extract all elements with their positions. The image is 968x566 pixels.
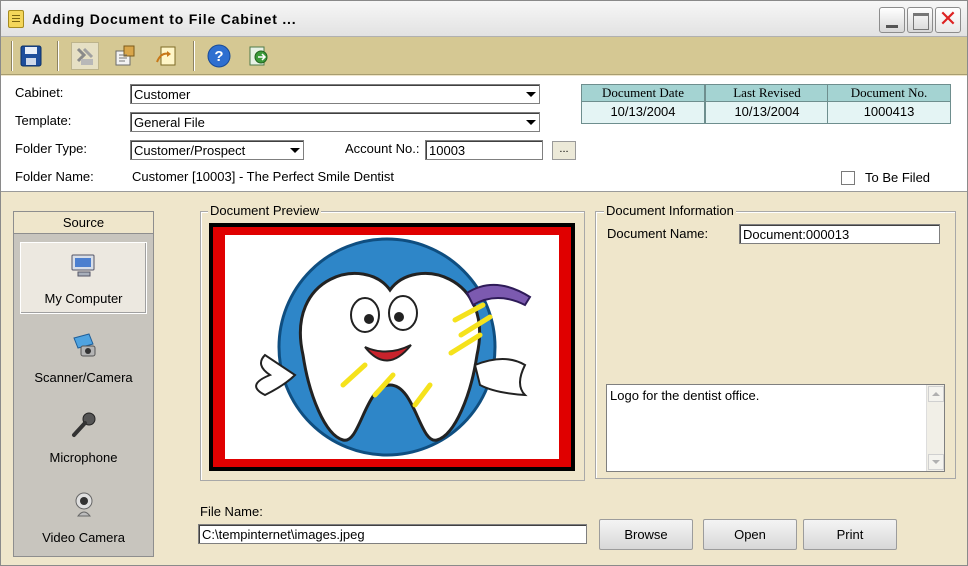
microphone-icon (71, 412, 95, 437)
document-name-field[interactable]: Document:000013 (739, 224, 940, 244)
source-heading: Source (14, 212, 153, 234)
save-button[interactable] (17, 42, 45, 70)
source-label: Scanner/Camera (34, 370, 133, 385)
chevron-down-icon[interactable] (523, 86, 538, 102)
computer-icon (71, 254, 94, 277)
folder-name-label: Folder Name: (15, 169, 94, 184)
source-label: Microphone (49, 450, 118, 465)
source-microphone[interactable]: Microphone (20, 402, 147, 474)
document-app-icon (8, 10, 24, 28)
template-value: General File (134, 115, 205, 130)
file-name-label: File Name: (200, 504, 263, 519)
tooth-logo-image (225, 235, 559, 459)
source-scanner-camera[interactable]: Scanner/Camera (20, 322, 147, 394)
account-lookup-button[interactable]: ... (552, 141, 576, 160)
cabinet-select[interactable]: Customer (130, 84, 540, 104)
folder-name-value: Customer [10003] - The Perfect Smile Den… (132, 169, 395, 184)
last-revised-header: Last Revised (705, 84, 829, 102)
print-button[interactable]: Print (803, 519, 897, 550)
source-my-computer[interactable]: My Computer (20, 242, 147, 314)
template-label: Template: (15, 113, 72, 128)
dialog-window: Adding Document to File Cabinet ... ✕ ? … (0, 0, 968, 566)
document-description-text: Logo for the dentist office. (610, 388, 760, 403)
cabinet-value: Customer (134, 87, 191, 102)
folder-type-select[interactable]: Customer/Prospect (130, 140, 304, 160)
document-preview (209, 223, 575, 471)
document-no-box: Document No. 1000413 (827, 84, 951, 124)
document-information-label: Document Information (604, 203, 736, 218)
last-revised-value: 10/13/2004 (705, 102, 829, 124)
scroll-up-icon[interactable] (928, 386, 944, 402)
webcam-icon (75, 492, 92, 517)
toolbar-separator (57, 41, 59, 71)
source-panel: Source My Computer Scanner/Camera Microp (13, 211, 154, 557)
export-button[interactable] (153, 42, 181, 70)
cabinet-label: Cabinet: (15, 85, 64, 100)
document-date-box: Document Date 10/13/2004 (581, 84, 705, 124)
account-no-label: Account No.: (345, 141, 420, 156)
close-icon: ✕ (938, 7, 958, 32)
scan-icon (76, 47, 94, 65)
source-video-camera[interactable]: Video Camera (20, 482, 147, 554)
title-bar[interactable]: Adding Document to File Cabinet ... ✕ (1, 1, 967, 37)
exit-icon (249, 46, 268, 66)
folder-type-value: Customer/Prospect (134, 143, 246, 158)
source-label: Video Camera (42, 530, 125, 545)
export-icon (156, 46, 176, 66)
last-revised-box: Last Revised 10/13/2004 (705, 84, 829, 124)
to-be-filed-label[interactable]: To Be Filed (865, 170, 930, 185)
toolbar-separator (193, 41, 195, 71)
document-date-value: 10/13/2004 (581, 102, 705, 124)
to-be-filed-checkbox[interactable] (841, 171, 855, 185)
vertical-scrollbar[interactable] (926, 385, 944, 471)
save-icon (20, 45, 42, 67)
import-button[interactable] (111, 42, 139, 70)
help-button[interactable]: ? (205, 42, 233, 70)
open-button[interactable]: Open (703, 519, 797, 550)
svg-text:?: ? (214, 48, 223, 65)
import-icon (115, 45, 135, 66)
file-name-field[interactable]: C:\tempinternet\images.jpeg (198, 524, 587, 544)
document-date-header: Document Date (581, 84, 705, 102)
toolbar-grip (11, 41, 13, 71)
template-select[interactable]: General File (130, 112, 540, 132)
maximize-button[interactable] (907, 7, 933, 33)
chevron-down-icon[interactable] (287, 142, 302, 158)
document-no-value: 1000413 (827, 102, 951, 124)
scan-button[interactable] (71, 42, 99, 70)
toolbar: ? (1, 37, 967, 75)
document-description-textarea[interactable]: Logo for the dentist office. (606, 384, 945, 472)
scroll-down-icon[interactable] (928, 454, 944, 470)
scanner-icon (72, 333, 95, 357)
document-no-header: Document No. (827, 84, 951, 102)
chevron-down-icon[interactable] (523, 114, 538, 130)
browse-button[interactable]: Browse (599, 519, 693, 550)
folder-type-label: Folder Type: (15, 141, 88, 156)
exit-button[interactable] (245, 42, 273, 70)
document-preview-label: Document Preview (208, 203, 322, 218)
window-title: Adding Document to File Cabinet ... (32, 11, 297, 27)
document-name-label: Document Name: (607, 226, 709, 241)
minimize-button[interactable] (879, 7, 905, 33)
document-header-panel: Cabinet: Customer Template: General File… (1, 76, 967, 192)
help-icon: ? (207, 44, 231, 68)
account-no-field[interactable]: 10003 (425, 140, 543, 160)
close-button[interactable]: ✕ (935, 7, 961, 33)
source-label: My Computer (44, 291, 123, 306)
